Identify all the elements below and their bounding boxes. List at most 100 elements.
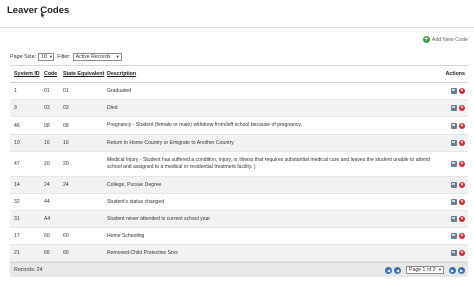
cell-description: Home Schooling bbox=[107, 232, 145, 239]
row-actions: × bbox=[451, 161, 465, 167]
cell-description: Medical Injury - Student has suffered a … bbox=[107, 157, 430, 170]
row-actions: × bbox=[451, 140, 465, 146]
delete-icon[interactable]: × bbox=[459, 250, 465, 256]
cell-code: 60 bbox=[44, 233, 50, 239]
chevron-down-icon: ▼ bbox=[438, 267, 442, 272]
cell-state-equivalent: 16 bbox=[63, 140, 69, 146]
grid-controls: Page Size: 10 ▼ Filter: Active Records ▼ bbox=[10, 52, 122, 61]
last-page-icon[interactable]: ▶ bbox=[458, 266, 465, 274]
delete-icon[interactable]: × bbox=[459, 199, 465, 205]
cell-description: Died bbox=[107, 104, 118, 111]
table-row: 17 60 60 Home Schooling × bbox=[10, 228, 468, 245]
row-actions: × bbox=[451, 182, 465, 188]
header-description[interactable]: Description bbox=[107, 71, 437, 77]
cell-system-id: 32 bbox=[14, 199, 20, 205]
cell-code: A4 bbox=[44, 216, 51, 222]
cell-code: 03 bbox=[44, 105, 50, 111]
delete-icon[interactable]: × bbox=[459, 161, 465, 167]
cell-code: 20 bbox=[44, 161, 50, 167]
edit-icon[interactable] bbox=[451, 250, 457, 256]
edit-icon[interactable] bbox=[451, 233, 457, 239]
cell-system-id: 46 bbox=[14, 122, 20, 129]
cell-description: Pregnancy - Student (female or male) wit… bbox=[107, 122, 302, 128]
table-row: 1 01 01 Graduated × bbox=[10, 83, 468, 100]
cell-system-id: 1 bbox=[14, 88, 17, 94]
cell-system-id: 3 bbox=[14, 105, 17, 111]
title-divider bbox=[0, 27, 474, 28]
header-system-id[interactable]: System ID bbox=[14, 71, 40, 77]
cell-state-equivalent: 01 bbox=[63, 88, 69, 94]
next-page-icon[interactable]: ▶ bbox=[449, 266, 456, 274]
cell-description: College, Pursue Degree bbox=[107, 181, 162, 188]
cell-state-equivalent: 66 bbox=[63, 250, 69, 256]
table-row: 32 44 Student's status changed × bbox=[10, 194, 468, 211]
table-row: 47 20 20 Medical Injury - Student has su… bbox=[10, 152, 468, 177]
page-size-select[interactable]: 10 ▼ bbox=[38, 52, 55, 61]
row-actions: × bbox=[451, 233, 465, 239]
cell-code: 24 bbox=[44, 182, 50, 188]
header-state-equivalent[interactable]: State Equivalent bbox=[63, 71, 104, 77]
page-size-label: Page Size: bbox=[10, 53, 37, 60]
delete-icon[interactable]: × bbox=[459, 105, 465, 111]
chevron-down-icon: ▼ bbox=[48, 53, 53, 59]
edit-icon[interactable] bbox=[451, 199, 457, 205]
row-actions: × bbox=[451, 122, 465, 129]
delete-icon[interactable]: × bbox=[459, 88, 465, 94]
first-page-icon[interactable]: ◀ bbox=[385, 266, 392, 274]
page-select[interactable]: Page 1 of 3 ▼ bbox=[406, 266, 444, 274]
add-new-code-label: Add New Code bbox=[431, 36, 468, 43]
delete-icon[interactable]: × bbox=[459, 182, 465, 188]
cell-state-equivalent: 20 bbox=[63, 161, 69, 167]
header-code[interactable]: Code bbox=[44, 71, 57, 77]
cell-state-equivalent: 60 bbox=[63, 233, 69, 239]
cell-code: 44 bbox=[44, 199, 50, 205]
delete-icon[interactable]: × bbox=[459, 122, 465, 129]
pager: ◀ ◀ Page 1 of 3 ▼ ▶ ▶ bbox=[385, 266, 465, 274]
delete-icon[interactable]: × bbox=[459, 216, 465, 222]
table-row: 3 03 03 Died × bbox=[10, 100, 468, 117]
add-new-code-button[interactable]: + Add New Code bbox=[422, 35, 468, 44]
edit-icon[interactable] bbox=[451, 88, 457, 94]
delete-icon[interactable]: × bbox=[459, 140, 465, 146]
edit-icon[interactable] bbox=[451, 182, 457, 188]
table-row: 10 16 16 Return to Home Country or Emigr… bbox=[10, 135, 468, 152]
filter-value: Active Records bbox=[75, 53, 111, 60]
cell-state-equivalent: 03 bbox=[63, 105, 69, 111]
prev-page-icon[interactable]: ◀ bbox=[394, 266, 401, 274]
cell-system-id: 21 bbox=[14, 250, 20, 256]
cell-state-equivalent: 24 bbox=[63, 182, 69, 188]
cell-system-id: 31 bbox=[14, 216, 20, 222]
table-header: System ID Code State Equivalent Descript… bbox=[10, 66, 468, 83]
filter-select[interactable]: Active Records ▼ bbox=[72, 52, 122, 61]
filter-label: Filter: bbox=[57, 53, 71, 60]
edit-icon[interactable] bbox=[451, 122, 457, 129]
cell-description: Return to Home Country or Emigrate to An… bbox=[107, 139, 234, 146]
records-count: Records: 24 bbox=[14, 267, 43, 273]
table-row: 31 A4 Student never attended in current … bbox=[10, 211, 468, 228]
page-title: Leaver Codes bbox=[7, 5, 70, 16]
grid-footer: Records: 24 ◀ ◀ Page 1 of 3 ▼ ▶ ▶ bbox=[10, 262, 468, 277]
cell-description: Removed-Child Protective Srvs bbox=[107, 249, 178, 256]
table-row: 46 08 08 Pregnancy - Student (female or … bbox=[10, 117, 468, 135]
cell-system-id: 47 bbox=[14, 161, 20, 167]
plus-circle-icon: + bbox=[422, 36, 430, 43]
edit-icon[interactable] bbox=[451, 161, 457, 167]
cell-system-id: 14 bbox=[14, 182, 20, 188]
header-actions: Actions bbox=[445, 71, 465, 77]
cell-code: 01 bbox=[44, 88, 50, 94]
edit-icon[interactable] bbox=[451, 140, 457, 146]
cell-description: Student's status changed bbox=[107, 198, 165, 205]
row-actions: × bbox=[451, 199, 465, 205]
cell-state-equivalent: 08 bbox=[63, 122, 69, 129]
row-actions: × bbox=[451, 105, 465, 111]
leaver-codes-table: System ID Code State Equivalent Descript… bbox=[10, 65, 468, 262]
row-actions: × bbox=[451, 88, 465, 94]
cell-system-id: 17 bbox=[14, 233, 20, 239]
cell-description: Graduated bbox=[107, 87, 132, 94]
cell-description: Student never attended in current school… bbox=[107, 215, 211, 222]
row-actions: × bbox=[451, 216, 465, 222]
mouse-cursor-icon bbox=[41, 12, 45, 18]
edit-icon[interactable] bbox=[451, 216, 457, 222]
edit-icon[interactable] bbox=[451, 105, 457, 111]
delete-icon[interactable]: × bbox=[459, 233, 465, 239]
